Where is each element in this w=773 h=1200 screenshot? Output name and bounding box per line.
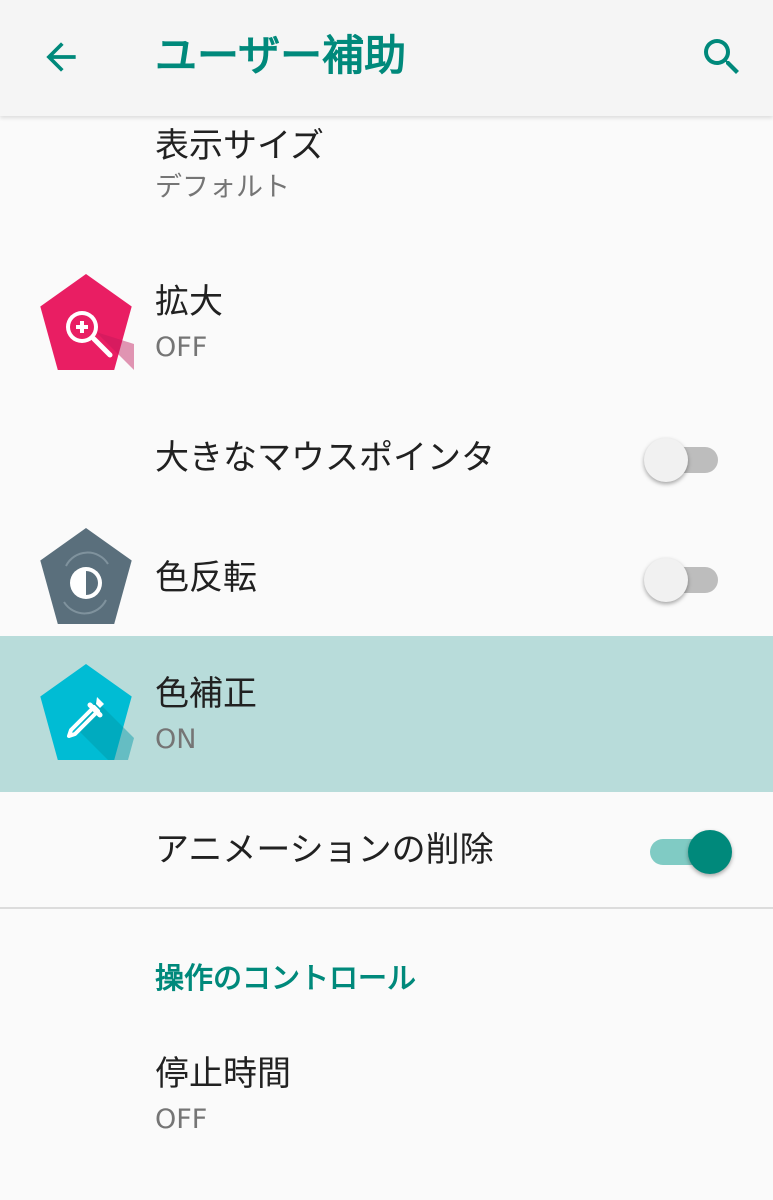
page-title: ユーザー補助	[155, 31, 407, 80]
dwell-time-title: 停止時間	[155, 1054, 291, 1094]
display-size-title: 表示サイズ	[155, 126, 324, 166]
eyedropper-icon	[40, 664, 134, 760]
large-pointer-item[interactable]: 大きなマウスポインタ	[0, 396, 773, 520]
dwell-time-item[interactable]: 停止時間 OFF	[0, 1036, 773, 1176]
settings-list: 表示サイズ デフォルト 拡大 OFF 大きなマウスポインタ 色反転 色補正 ON…	[0, 116, 773, 1200]
color-inversion-title: 色反転	[155, 558, 257, 598]
magnification-item[interactable]: 拡大 OFF	[0, 236, 773, 396]
magnify-plus-icon	[40, 274, 134, 370]
switch-thumb	[688, 830, 732, 874]
magnification-summary: OFF	[155, 332, 208, 363]
arrow-back-icon	[46, 42, 76, 72]
remove-animations-item[interactable]: アニメーションの削除	[0, 792, 773, 906]
dwell-time-summary: OFF	[155, 1104, 208, 1135]
app-bar: ユーザー補助	[0, 0, 773, 116]
interaction-controls-header: 操作のコントロール	[155, 961, 417, 995]
remove-animations-switch[interactable]	[644, 826, 732, 878]
color-inversion-switch[interactable]	[644, 554, 732, 606]
search-icon	[704, 39, 739, 74]
switch-thumb	[644, 558, 688, 602]
section-divider	[0, 907, 773, 909]
color-correction-title: 色補正	[155, 674, 257, 714]
large-pointer-switch[interactable]	[644, 434, 732, 486]
switch-thumb	[644, 438, 688, 482]
invert-colors-icon	[40, 528, 132, 624]
back-button[interactable]	[36, 32, 86, 82]
color-correction-item[interactable]: 色補正 ON	[0, 636, 773, 792]
display-size-item[interactable]: 表示サイズ デフォルト	[0, 116, 773, 236]
color-correction-summary: ON	[155, 724, 197, 755]
display-size-summary: デフォルト	[155, 172, 290, 203]
search-button[interactable]	[695, 30, 749, 84]
remove-animations-title: アニメーションの削除	[155, 830, 494, 870]
color-inversion-item[interactable]: 色反転	[0, 520, 773, 636]
magnification-title: 拡大	[155, 282, 223, 322]
large-pointer-title: 大きなマウスポインタ	[155, 438, 495, 478]
